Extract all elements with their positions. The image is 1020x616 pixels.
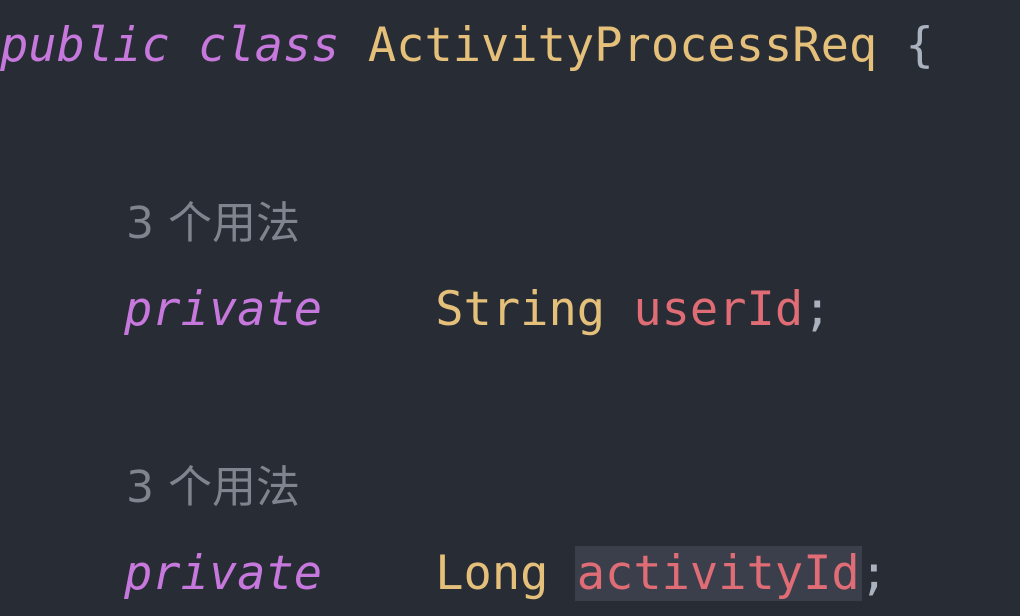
keyword-private: private bbox=[124, 546, 323, 601]
semicolon: ; bbox=[859, 546, 889, 601]
type-string: String bbox=[435, 282, 606, 337]
keyword-private: private bbox=[124, 282, 323, 337]
field-activityid[interactable]: activityId bbox=[574, 546, 862, 601]
keyword-class: class bbox=[198, 18, 340, 73]
field-userid: userId bbox=[633, 282, 804, 337]
usages-inlay-hint[interactable]: 3 个用法 bbox=[126, 460, 300, 516]
code-line-field-userid[interactable]: private String userId; bbox=[124, 282, 831, 338]
semicolon: ; bbox=[803, 282, 832, 337]
usages-inlay-hint[interactable]: 3 个用法 bbox=[126, 196, 300, 252]
class-name: ActivityProcessReq bbox=[367, 18, 878, 73]
code-editor[interactable]: public class ActivityProcessReq { 3 个用法 … bbox=[0, 0, 1020, 616]
type-long: Long bbox=[435, 546, 549, 601]
open-brace: { bbox=[905, 18, 934, 73]
code-line-class-declaration[interactable]: public class ActivityProcessReq { bbox=[0, 18, 934, 74]
keyword-public: public bbox=[0, 18, 170, 73]
code-line-field-activityid[interactable]: private Long activityId; bbox=[124, 546, 888, 602]
